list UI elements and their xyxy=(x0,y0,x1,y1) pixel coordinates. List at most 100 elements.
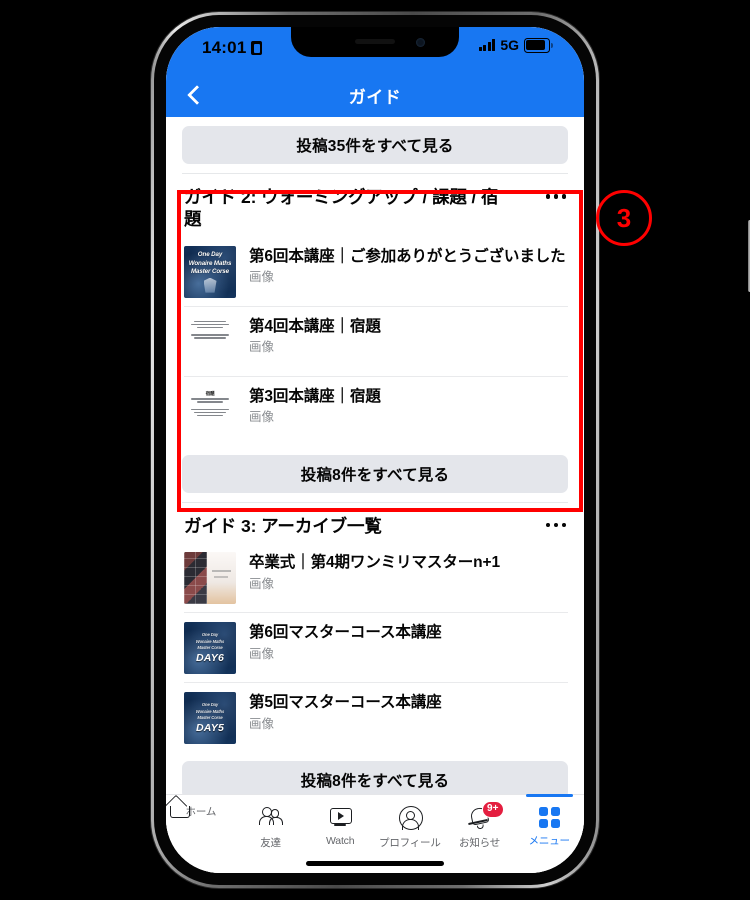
course-thumbnail-art: One Day Wonaire Maths Master Corse DAY6 xyxy=(184,622,236,674)
item-subtitle: 画像 xyxy=(249,270,275,285)
thumb-line-1: One Day xyxy=(197,250,223,258)
item-title: 第6回本講座｜ご参加ありがとうございました xyxy=(249,247,566,265)
guide-section-2: ガイド 2: ウォーミングアップ / 課題 / 宿題 One Day Wonai… xyxy=(166,174,584,493)
thumb-line-3: Master Corse xyxy=(190,268,229,276)
course-thumbnail-art: One Day Wonaire Maths Master Corse DAY5 xyxy=(184,692,236,744)
status-bar-time: 14:01 xyxy=(202,38,247,57)
item-thumbnail xyxy=(184,315,236,368)
tab-profile[interactable]: プロフィール xyxy=(375,795,445,850)
see-all-posts-button-section-2[interactable]: 投稿8件をすべて見る xyxy=(182,454,568,493)
item-subtitle: 画像 xyxy=(249,576,275,591)
see-all-posts-button-section-3[interactable]: 投稿8件をすべて見る xyxy=(182,761,568,795)
network-type-label: 5G xyxy=(500,37,519,54)
screenshot-stage: 14:01 5G ガイド 投稿35件をすべて見る ガイド 2: ウォーミングアッ… xyxy=(0,0,750,900)
tab-notifications[interactable]: 9+ お知らせ xyxy=(445,795,515,850)
see-all-posts-button-top[interactable]: 投稿35件をすべて見る xyxy=(182,126,568,164)
front-camera xyxy=(416,38,425,47)
watch-icon xyxy=(327,804,353,830)
tab-label: お知らせ xyxy=(459,837,501,849)
item-thumbnail xyxy=(184,552,236,605)
item-body: 第4回本講座｜宿題 画像 xyxy=(249,316,568,354)
home-icon xyxy=(166,794,192,821)
item-thumbnail: One Day Wonaire Maths Master Corse xyxy=(184,245,236,298)
list-item[interactable]: 卒業式｜第4期ワンミリマスターn+1 画像 xyxy=(184,543,568,614)
item-thumbnail: 宿題 xyxy=(184,385,236,438)
page-title: ガイド xyxy=(348,87,402,107)
section-title: ガイド 3: アーカイブ一覧 xyxy=(184,515,382,536)
item-body: 第5回マスターコース本講座 画像 xyxy=(249,692,568,730)
back-button[interactable] xyxy=(182,73,212,117)
homework-thumbnail-art: 宿題 xyxy=(184,385,236,438)
tab-friends[interactable]: 友達 xyxy=(236,795,306,850)
phone-bezel: 14:01 5G ガイド 投稿35件をすべて見る ガイド 2: ウォーミングアッ… xyxy=(154,15,596,885)
item-subtitle: 画像 xyxy=(249,340,275,355)
list-item[interactable]: 宿題 第3回本講座｜宿題 画像 xyxy=(184,377,568,446)
item-subtitle: 画像 xyxy=(249,716,275,731)
phone-screen: 14:01 5G ガイド 投稿35件をすべて見る ガイド 2: ウォーミングアッ… xyxy=(166,27,584,873)
friends-icon xyxy=(258,804,284,830)
item-title: 第5回マスターコース本講座 xyxy=(249,694,442,712)
thumb-heading: 宿題 xyxy=(205,390,215,396)
document-thumbnail-art xyxy=(184,315,236,368)
list-item[interactable]: One Day Wonaire Maths Master Corse DAY5 … xyxy=(184,683,568,752)
tab-label: メニュー xyxy=(528,834,570,847)
thumb-line-3: Master Corse xyxy=(197,644,223,650)
thumb-line-1: One Day xyxy=(201,702,219,708)
lock-icon xyxy=(251,41,263,55)
item-thumbnail: One Day Wonaire Maths Master Corse DAY6 xyxy=(184,622,236,675)
emblem-icon xyxy=(203,277,217,293)
signal-bars-icon xyxy=(478,39,496,52)
item-thumbnail: One Day Wonaire Maths Master Corse DAY5 xyxy=(184,692,236,745)
item-body: 第6回マスターコース本講座 画像 xyxy=(249,622,568,660)
home-indicator xyxy=(306,861,444,866)
bell-icon: 9+ xyxy=(467,801,504,830)
app-screen: 14:01 5G ガイド 投稿35件をすべて見る ガイド 2: ウォーミングアッ… xyxy=(166,27,584,873)
section-header: ガイド 2: ウォーミングアップ / 課題 / 宿題 xyxy=(166,174,584,237)
tab-label: 友達 xyxy=(260,837,281,849)
item-body: 第6回本講座｜ご参加ありがとうございました 画像 xyxy=(249,246,568,284)
menu-grid-icon xyxy=(538,806,560,828)
graduation-thumbnail-art xyxy=(184,552,236,605)
thumb-line-3: Master Corse xyxy=(197,714,223,720)
earpiece-speaker xyxy=(355,39,395,44)
more-options-icon[interactable] xyxy=(544,515,569,536)
item-body: 卒業式｜第4期ワンミリマスターn+1 画像 xyxy=(249,552,568,590)
section-title: ガイド 2: ウォーミングアップ / 課題 / 宿題 xyxy=(184,187,499,230)
profile-icon xyxy=(397,804,423,830)
thumb-line-2: Wonaire Maths xyxy=(195,708,225,714)
thumb-day-label: DAY6 xyxy=(195,651,225,664)
tab-watch[interactable]: Watch xyxy=(305,795,375,847)
battery-icon xyxy=(524,38,553,53)
notification-badge: 9+ xyxy=(481,801,504,818)
section-header: ガイド 3: アーカイブ一覧 xyxy=(166,503,584,543)
item-subtitle: 画像 xyxy=(249,646,275,661)
thumb-line-1: One Day xyxy=(201,632,219,638)
tab-home[interactable]: ホーム xyxy=(166,794,236,821)
item-body: 第3回本講座｜宿題 画像 xyxy=(249,386,568,424)
status-bar: 14:01 5G xyxy=(166,27,584,73)
phone-frame: 14:01 5G ガイド 投稿35件をすべて見る ガイド 2: ウォーミングアッ… xyxy=(151,12,750,888)
item-title: 第6回マスターコース本講座 xyxy=(249,624,442,642)
status-bar-time-group: 14:01 xyxy=(202,38,263,58)
guide-section-3: ガイド 3: アーカイブ一覧 卒業式｜第4期ワンミリマスターn+1 画像 One… xyxy=(166,503,584,795)
device-notch xyxy=(291,27,459,57)
tab-label: Watch xyxy=(325,835,355,847)
active-tab-indicator xyxy=(525,794,573,797)
item-title: 第4回本講座｜宿題 xyxy=(249,317,381,335)
item-subtitle: 画像 xyxy=(249,410,275,425)
app-navigation-bar: ガイド xyxy=(166,73,584,117)
thumb-line-2: Wonaire Maths xyxy=(195,638,225,644)
item-title: 卒業式｜第4期ワンミリマスターn+1 xyxy=(249,554,500,572)
annotation-step-number: 3 xyxy=(596,190,652,246)
thumb-day-label: DAY5 xyxy=(195,721,225,734)
thumb-line-2: Wonaire Maths xyxy=(188,259,232,267)
status-bar-indicators: 5G xyxy=(478,37,553,54)
tab-menu[interactable]: メニュー xyxy=(514,794,584,848)
list-item[interactable]: 第4回本講座｜宿題 画像 xyxy=(184,307,568,377)
guide-list-scroll-area[interactable]: 投稿35件をすべて見る ガイド 2: ウォーミングアップ / 課題 / 宿題 O… xyxy=(166,117,584,795)
more-options-icon[interactable] xyxy=(544,186,569,207)
chevron-left-icon xyxy=(187,85,207,105)
list-item[interactable]: One Day Wonaire Maths Master Corse DAY6 … xyxy=(184,613,568,684)
list-item[interactable]: One Day Wonaire Maths Master Corse 第6回本講… xyxy=(184,237,568,307)
tab-label: プロフィール xyxy=(379,837,441,849)
